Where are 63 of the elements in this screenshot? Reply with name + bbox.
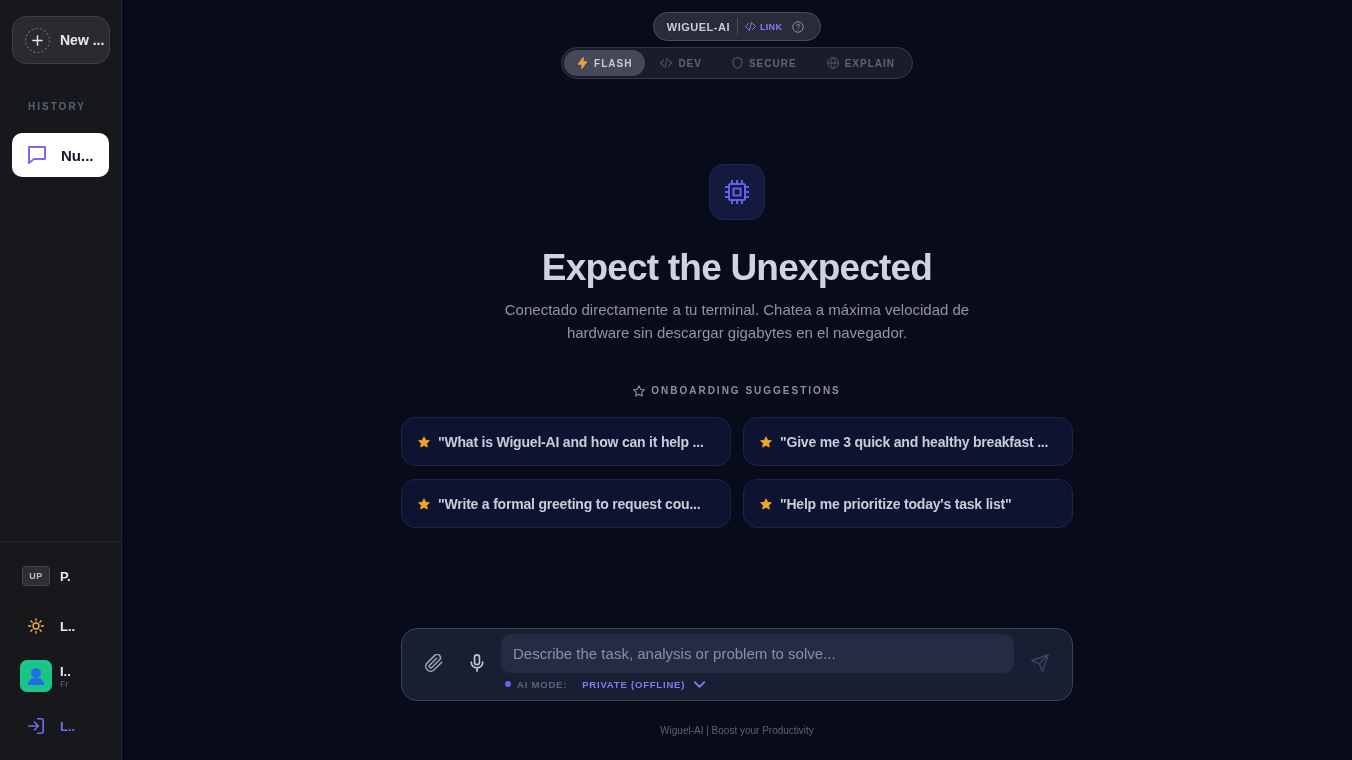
- chevron-down-icon: [694, 680, 706, 688]
- sidebar-button[interactable]: L..: [20, 618, 76, 634]
- sidebar-button-sublabel: Fr: [60, 678, 69, 689]
- history-item[interactable]: Nu...: [12, 133, 109, 177]
- chat-bubble-icon: [28, 146, 46, 164]
- star-outline-icon: [633, 385, 646, 397]
- hero-title: Expect the Unexpected: [541, 246, 933, 290]
- shield-icon: [731, 57, 743, 69]
- code-icon: [660, 58, 673, 68]
- sidebar-button[interactable]: I.. Fr: [20, 660, 71, 692]
- history-item-title: Nu...: [61, 146, 94, 164]
- suggestion-text: "Help me prioritize today's task list": [780, 495, 1012, 512]
- attach-button[interactable]: [425, 653, 443, 672]
- lightning-icon: [577, 57, 589, 69]
- star-icon: [418, 435, 430, 448]
- prompt-input[interactable]: Describe the task, analysis or problem to solve...: [501, 634, 1014, 673]
- mode-tab[interactable]: FLASH: [564, 50, 646, 76]
- new-chat-label: New ...: [60, 32, 105, 48]
- footer-text: Wiguel-AI | Boost your Productivity: [660, 724, 814, 738]
- up-badge: UP: [22, 566, 50, 586]
- globe-icon: [826, 57, 839, 69]
- ai-mode-label: AI MODE:: [517, 678, 568, 690]
- suggestion-button[interactable]: "Help me prioritize today's task list": [743, 479, 1073, 528]
- star-icon: [760, 497, 772, 510]
- star-icon: [760, 435, 772, 448]
- sun-icon: [28, 618, 44, 634]
- suggestion-button[interactable]: "Give me 3 quick and healthy breakfast ...: [743, 417, 1073, 466]
- microphone-button[interactable]: [470, 653, 484, 672]
- suggestion-text: "Give me 3 quick and healthy breakfast ...: [780, 433, 1049, 450]
- user-avatar-icon: [20, 660, 52, 692]
- history-heading: HISTORY: [28, 101, 87, 113]
- sidebar-button-label: I..: [60, 663, 71, 679]
- suggestion-button[interactable]: "Write a formal greeting to request cou...: [401, 479, 731, 528]
- sidebar-button-label: P.: [60, 568, 71, 584]
- new-chat-button[interactable]: New ...: [12, 16, 110, 64]
- mode-tab-label: EXPLAIN: [844, 57, 895, 69]
- mode-tab-label: FLASH: [594, 57, 633, 69]
- plus-icon: [25, 27, 50, 53]
- mode-tab-label: DEV: [678, 57, 702, 69]
- status-dot-icon: [505, 681, 511, 687]
- sidebar-button-label: L..: [60, 718, 76, 734]
- help-icon[interactable]: [792, 20, 805, 33]
- hero-subtitle: Conectado directamente a tu terminal. Chatea a máxima velocidad de hardware sin descargar gigabytes en el navegador.: [503, 300, 971, 343]
- suggestion-text: "Write a formal greeting to request cou...: [438, 495, 701, 512]
- link-label: LINK: [760, 21, 783, 32]
- cpu-chip-icon: [709, 164, 765, 220]
- ai-mode-value: PRIVATE (OFFLINE): [582, 678, 686, 690]
- link-button[interactable]: LINK: [745, 21, 783, 32]
- code-icon: [745, 22, 756, 31]
- suggestion-text: "What is Wiguel-AI and how can it help ...: [438, 433, 704, 450]
- sidebar-button[interactable]: UP P.: [20, 566, 71, 586]
- brand-name: WIGUEL-AI: [666, 20, 730, 33]
- sign-in-icon: [28, 718, 44, 734]
- paperclip-icon: [425, 653, 443, 672]
- microphone-icon: [470, 653, 484, 672]
- mode-tab-label: SECURE: [748, 57, 797, 69]
- sidebar-button[interactable]: L..: [20, 718, 76, 734]
- star-icon: [418, 497, 430, 510]
- sidebar-button-label: L..: [60, 618, 76, 634]
- suggestions-heading: ONBOARDING SUGGESTIONS: [651, 384, 841, 398]
- send-icon: [1031, 653, 1049, 672]
- ai-mode-dropdown[interactable]: PRIVATE (OFFLINE): [582, 678, 706, 690]
- suggestion-button[interactable]: "What is Wiguel-AI and how can it help ...: [401, 417, 731, 466]
